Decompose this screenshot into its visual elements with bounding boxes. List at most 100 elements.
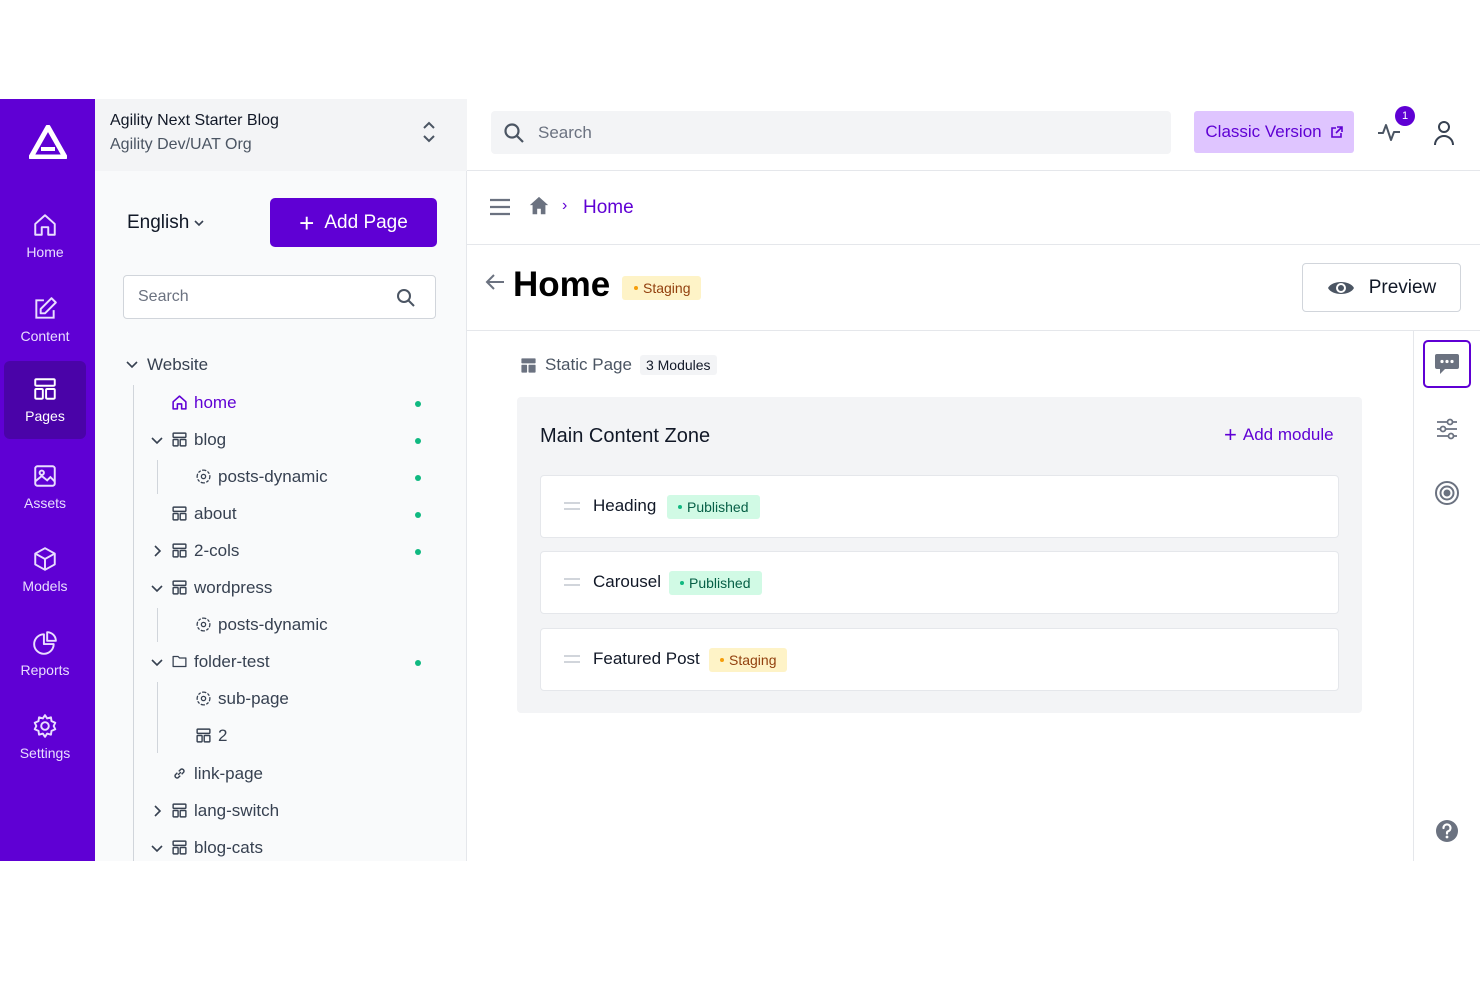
nav-label: Content xyxy=(20,328,70,344)
tree-node[interactable]: folder-test xyxy=(149,643,270,680)
page-type-info: Static Page 3 Modules xyxy=(520,355,717,375)
notification-badge: 1 xyxy=(1395,106,1415,126)
home-icon xyxy=(34,214,56,236)
module-card[interactable]: Carousel Published xyxy=(540,551,1339,614)
image-icon xyxy=(34,465,56,487)
tree-node-label: posts-dynamic xyxy=(218,614,328,634)
module-card[interactable]: Featured Post Staging xyxy=(540,628,1339,691)
home-icon[interactable] xyxy=(528,195,550,217)
hamburger-menu-icon[interactable] xyxy=(489,197,511,217)
status-label: Staging xyxy=(643,280,691,296)
chevron-down-icon[interactable] xyxy=(149,580,165,596)
tree-node-label: 2 xyxy=(218,725,228,745)
module-name: Featured Post xyxy=(593,649,700,668)
properties-button[interactable] xyxy=(1423,405,1471,453)
eye-icon xyxy=(1327,281,1354,294)
tree-node[interactable]: 2 xyxy=(195,717,227,754)
published-dot xyxy=(415,438,421,444)
status-dot xyxy=(678,505,682,509)
drag-handle-icon[interactable] xyxy=(564,655,580,663)
module-card[interactable]: Heading Published xyxy=(540,475,1339,538)
status-label: Published xyxy=(687,499,749,515)
preview-button[interactable]: Preview xyxy=(1302,263,1461,312)
folder-icon xyxy=(172,655,187,668)
tree-node[interactable]: home xyxy=(171,384,237,421)
tree-node[interactable]: posts-dynamic xyxy=(195,458,328,495)
published-dot xyxy=(415,660,421,666)
link-icon xyxy=(174,768,185,779)
help-button[interactable] xyxy=(1423,807,1471,855)
comments-button[interactable] xyxy=(1423,340,1471,388)
published-dot xyxy=(415,549,421,555)
top-bar: Classic Version 1 xyxy=(467,99,1480,171)
drag-handle-icon[interactable] xyxy=(564,502,580,510)
add-page-button[interactable]: + Add Page xyxy=(270,198,437,247)
tree-node[interactable]: about xyxy=(171,495,237,532)
tree-node[interactable]: posts-dynamic xyxy=(195,606,328,643)
nav-item-home[interactable]: Home xyxy=(4,197,86,275)
tree-node[interactable]: blog-cats xyxy=(149,829,263,861)
chevron-right-icon[interactable] xyxy=(149,803,165,819)
chevron-up-down-icon[interactable] xyxy=(421,119,437,145)
chevron-down-icon[interactable] xyxy=(149,840,165,856)
page-type-label: Static Page xyxy=(545,355,632,374)
tree-node[interactable]: blog xyxy=(149,421,226,458)
tree-node-label: 2-cols xyxy=(194,540,240,560)
tree-node-label: posts-dynamic xyxy=(218,466,328,486)
agility-logo[interactable] xyxy=(0,125,95,169)
search-icon[interactable] xyxy=(396,288,416,308)
status-badge: Published xyxy=(669,571,762,595)
content-zone: Main Content Zone + Add module Heading P… xyxy=(517,397,1362,713)
page-icon xyxy=(172,580,187,595)
tree-node[interactable]: sub-page xyxy=(195,680,289,717)
published-dot xyxy=(415,475,421,481)
add-module-button[interactable]: + Add module xyxy=(1224,424,1334,446)
tree-node-label: sub-page xyxy=(218,688,289,708)
nav-item-models[interactable]: Models xyxy=(4,531,86,609)
page-template-icon xyxy=(521,357,536,373)
user-icon[interactable] xyxy=(1433,120,1455,146)
right-sidebar xyxy=(1413,331,1480,861)
breadcrumb-current[interactable]: Home xyxy=(583,197,634,219)
help-icon xyxy=(1436,820,1458,842)
classic-version-button[interactable]: Classic Version xyxy=(1194,111,1354,153)
instance-org: Agility Dev/UAT Org xyxy=(110,136,252,153)
instance-switcher[interactable]: Agility Next Starter Blog Agility Dev/UA… xyxy=(95,99,467,171)
nav-item-content[interactable]: Content xyxy=(4,281,86,359)
nav-label: Reports xyxy=(20,662,70,678)
module-name: Carousel xyxy=(593,572,662,591)
arrow-left-icon[interactable] xyxy=(485,273,505,291)
dynamic-page-icon xyxy=(196,691,211,706)
status-dot xyxy=(720,658,724,662)
global-search-input[interactable] xyxy=(538,122,1138,144)
tree-node-label: blog xyxy=(194,429,227,449)
plus-icon: + xyxy=(299,207,315,238)
chevron-down-icon[interactable] xyxy=(149,432,165,448)
tree-guide-line xyxy=(157,460,158,494)
tree-node[interactable]: lang-switch xyxy=(149,792,279,829)
comment-icon xyxy=(1435,354,1459,374)
preview-label: Preview xyxy=(1368,276,1437,298)
tree-node-label: link-page xyxy=(194,763,263,783)
gear-icon xyxy=(33,714,57,738)
add-page-label: Add Page xyxy=(324,211,408,233)
target-button[interactable] xyxy=(1423,469,1471,517)
page-icon xyxy=(172,543,187,558)
nav-label: Assets xyxy=(23,495,66,511)
chevron-right-icon[interactable] xyxy=(149,543,165,559)
tree-node[interactable]: wordpress xyxy=(149,569,272,606)
nav-item-reports[interactable]: Reports xyxy=(4,615,86,693)
nav-item-pages[interactable]: Pages xyxy=(4,361,86,439)
nav-item-assets[interactable]: Assets xyxy=(4,448,86,526)
tree-search-input[interactable] xyxy=(138,286,378,308)
dynamic-page-icon xyxy=(196,469,211,484)
nav-item-settings[interactable]: Settings xyxy=(4,698,86,776)
drag-handle-icon[interactable] xyxy=(564,578,580,586)
page-tree-panel: Agility Next Starter Blog Agility Dev/UA… xyxy=(95,99,467,861)
language-selector[interactable]: English xyxy=(127,212,205,234)
tree-root-website[interactable]: Website xyxy=(125,355,208,375)
tree-node[interactable]: 2-cols xyxy=(149,532,239,569)
published-dot xyxy=(415,401,421,407)
chevron-down-icon[interactable] xyxy=(149,654,165,670)
tree-node[interactable]: link-page xyxy=(171,755,263,792)
